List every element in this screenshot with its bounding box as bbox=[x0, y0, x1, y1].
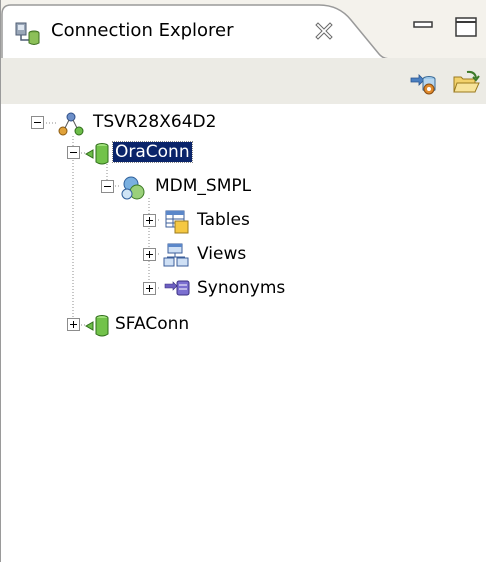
tree-node-label: Tables bbox=[197, 210, 250, 230]
tree-node-label: Views bbox=[197, 244, 247, 264]
collapse-toggle[interactable] bbox=[31, 116, 44, 129]
expand-toggle[interactable] bbox=[143, 214, 156, 227]
tree-node-label: Synonyms bbox=[197, 278, 286, 298]
synonym-icon bbox=[163, 276, 191, 304]
collapse-toggle[interactable] bbox=[101, 180, 114, 193]
tree-node-label: SFAConn bbox=[115, 314, 190, 334]
view-tab-bar: Connection Explorer bbox=[1, 0, 486, 60]
tree-node-tables[interactable]: Tables bbox=[143, 208, 343, 236]
database-connection-icon bbox=[84, 312, 113, 340]
refresh-database-icon[interactable] bbox=[409, 68, 439, 98]
expand-toggle[interactable] bbox=[67, 318, 80, 331]
tree-node-server[interactable]: TSVR28X64D2 bbox=[31, 110, 251, 138]
tree-node-label: TSVR28X64D2 bbox=[93, 112, 217, 132]
tab-title: Connection Explorer bbox=[51, 20, 234, 41]
view-toolbar bbox=[1, 58, 486, 104]
tree-node-schema[interactable]: MDM_SMPL bbox=[101, 174, 321, 202]
tab-connection-explorer[interactable]: Connection Explorer bbox=[1, 4, 391, 60]
minimize-icon[interactable] bbox=[411, 14, 437, 40]
expand-toggle[interactable] bbox=[143, 282, 156, 295]
expand-toggle[interactable] bbox=[143, 248, 156, 261]
tree-node-sfaconn[interactable]: SFAConn bbox=[67, 312, 267, 340]
collapse-toggle[interactable] bbox=[67, 146, 80, 159]
database-connection-icon bbox=[84, 140, 113, 168]
table-icon bbox=[163, 208, 191, 236]
connection-explorer-icon bbox=[13, 18, 43, 48]
tree-node-oraconn[interactable]: OraConn bbox=[67, 140, 267, 168]
tree-node-label: OraConn bbox=[112, 141, 193, 163]
tree-node-label: MDM_SMPL bbox=[155, 176, 252, 196]
tree-node-synonyms[interactable]: Synonyms bbox=[143, 276, 363, 304]
schema-icon bbox=[119, 174, 147, 202]
server-network-icon bbox=[57, 110, 85, 138]
open-folder-icon[interactable] bbox=[451, 68, 481, 98]
tree-node-views[interactable]: Views bbox=[143, 242, 343, 270]
connection-tree: TSVR28X64D2 OraConn MDM_SMPL Tables View… bbox=[1, 104, 486, 562]
view-icon bbox=[163, 242, 191, 270]
connection-explorer-view: Connection Explorer TSVR28X64D2 OraConn … bbox=[0, 0, 486, 562]
maximize-icon[interactable] bbox=[453, 14, 479, 40]
close-icon[interactable] bbox=[314, 20, 334, 40]
